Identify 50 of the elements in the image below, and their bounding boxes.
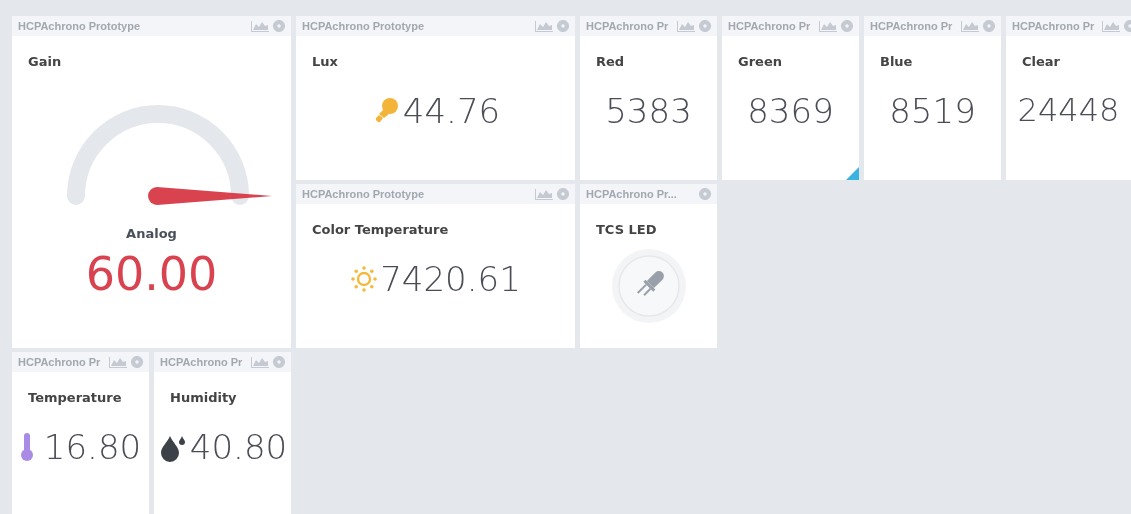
widget-title: Gain (27, 53, 63, 71)
reading-value: 16.80 (43, 429, 142, 464)
settings-icon[interactable] (699, 188, 711, 200)
thermometer-icon (19, 431, 34, 462)
widget-title: TCS LED (595, 221, 658, 239)
widget-title: Temperature (27, 389, 123, 407)
gauge-value: 60.00 (84, 251, 219, 297)
widget-title: Humidity (169, 389, 238, 407)
widget-source: HCPAchrono Pr (586, 18, 669, 34)
chart-icon[interactable] (251, 356, 269, 368)
widget-title: Green (737, 53, 783, 71)
gauge-caption: Analog (125, 224, 178, 243)
settings-icon[interactable] (273, 20, 285, 32)
reading-value: 8369 (747, 93, 834, 128)
chart-icon[interactable] (535, 188, 553, 200)
settings-icon[interactable] (131, 356, 143, 368)
settings-icon[interactable] (841, 20, 853, 32)
reading-value: 8519 (889, 93, 976, 128)
reading-value: 40.80 (189, 429, 288, 464)
chart-icon[interactable] (961, 20, 979, 32)
widget-title: Clear (1021, 53, 1061, 71)
settings-icon[interactable] (983, 20, 995, 32)
chart-icon[interactable] (251, 20, 269, 32)
widget-title: Lux (311, 53, 339, 71)
reading-value: 5383 (605, 93, 692, 128)
reading-value: 7420.61 (380, 261, 521, 296)
chart-icon[interactable] (1102, 20, 1121, 32)
reading-value: 24448 (1017, 93, 1120, 126)
widget-source: HCPAchrono Pr (870, 18, 953, 34)
chart-icon[interactable] (819, 20, 837, 32)
widget-title: Red (595, 53, 626, 71)
chart-icon[interactable] (535, 20, 553, 32)
widget-source: HCPAchrono Pr (18, 354, 101, 370)
widget-source: HCPAchrono Prototype (302, 18, 425, 34)
widget-source: HCPAchrono Prototype (18, 18, 141, 34)
settings-icon[interactable] (699, 20, 711, 32)
widget-title: Blue (879, 53, 914, 71)
reading-value: 44.76 (402, 93, 501, 128)
widget-source: HCPAchrono Pr (1012, 18, 1095, 34)
widget-source: HCPAchrono Pr (728, 18, 811, 34)
widget-source: HCPAchrono Prototype (302, 186, 425, 202)
settings-icon[interactable] (557, 20, 569, 32)
settings-icon[interactable] (557, 188, 569, 200)
widget-source: HCPAchrono Pr (160, 354, 243, 370)
widget-title: Color Temperature (311, 221, 450, 239)
chart-icon[interactable] (677, 20, 695, 32)
chart-icon[interactable] (109, 356, 127, 368)
widget-source: HCPAchrono Pr... (586, 186, 677, 202)
sun-icon (350, 264, 379, 293)
settings-icon[interactable] (273, 356, 285, 368)
